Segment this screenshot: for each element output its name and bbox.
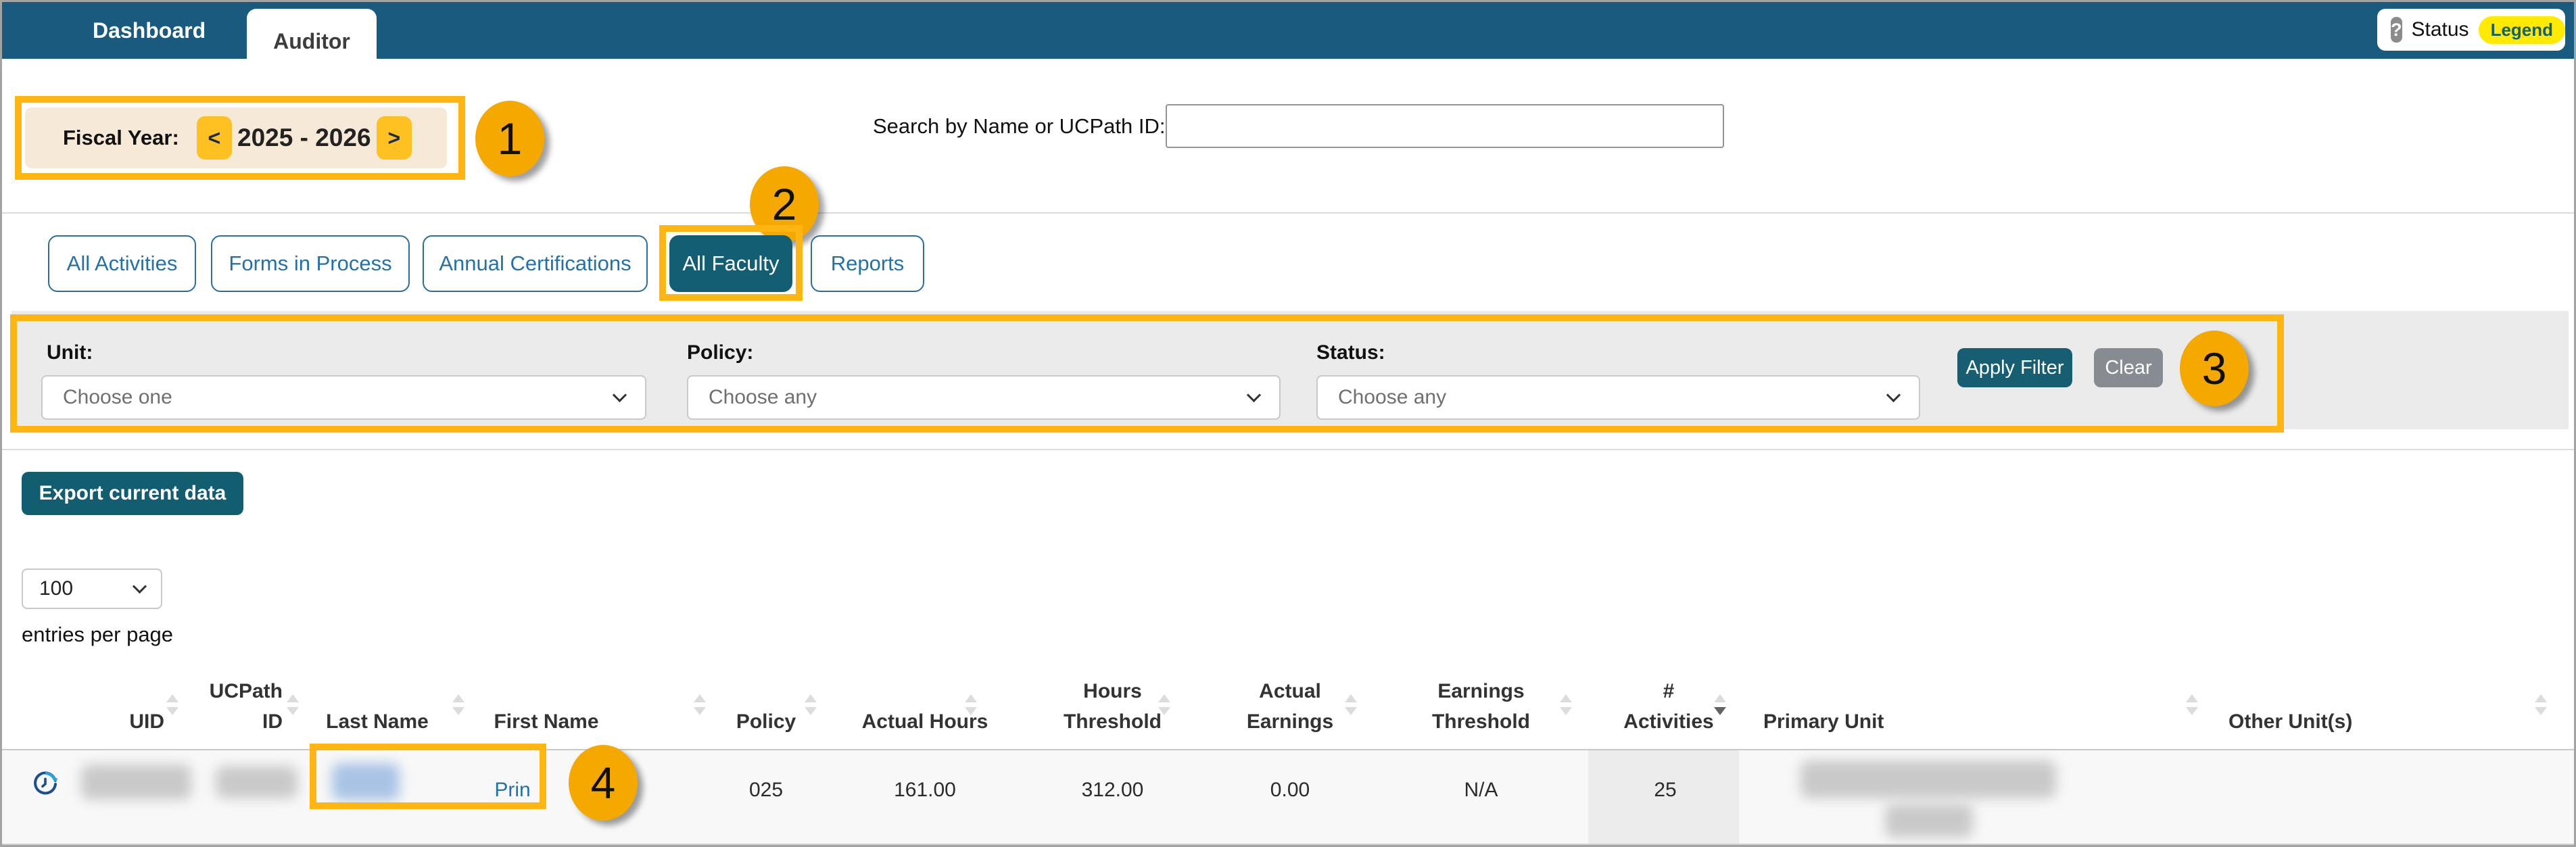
- tab-forms-in-process[interactable]: Forms in Process: [211, 235, 410, 292]
- actual-earnings-value: 0.00: [1270, 779, 1310, 801]
- col-header-ucpath-id[interactable]: UCPath ID: [185, 661, 283, 737]
- earnings-threshold-value: N/A: [1464, 779, 1498, 801]
- last-name-link-redacted[interactable]: [332, 763, 400, 800]
- callout-2: 2: [750, 166, 819, 242]
- col-header-num-activities[interactable]: # Activities: [1618, 661, 1719, 737]
- nav-tab-dashboard[interactable]: Dashboard: [93, 2, 206, 59]
- tab-all-activities[interactable]: All Activities: [48, 235, 196, 292]
- col-header-last-name[interactable]: Last Name: [310, 661, 445, 737]
- page-size-value: 100: [39, 577, 74, 600]
- row-bottom-border: [2, 844, 2574, 845]
- sort-icon[interactable]: [2535, 694, 2547, 715]
- col-header-primary-unit[interactable]: Primary Unit: [1763, 661, 2034, 737]
- policy-filter-select[interactable]: Choose any: [687, 375, 1281, 420]
- callout-4: 4: [569, 745, 638, 821]
- clear-filter-button[interactable]: Clear: [2094, 348, 2163, 387]
- status-label: Status: [2411, 18, 2469, 41]
- chevron-down-icon: [132, 579, 147, 594]
- sort-icon[interactable]: [1345, 694, 1357, 715]
- chevron-down-icon: [612, 387, 627, 402]
- col-header-actual-earnings[interactable]: Actual Earnings: [1219, 661, 1361, 737]
- num-activities-value: 25: [1654, 779, 1677, 801]
- sort-icon[interactable]: [2186, 694, 2198, 715]
- policy-filter-value: Choose any: [709, 386, 817, 408]
- sort-icon-active-descending[interactable]: [1714, 694, 1726, 715]
- unit-filter-select[interactable]: Choose one: [41, 375, 646, 420]
- search-input[interactable]: [1166, 104, 1724, 148]
- unit-filter-value: Choose one: [63, 386, 172, 408]
- sort-icon[interactable]: [166, 694, 178, 715]
- legend-button[interactable]: Legend: [2478, 16, 2566, 44]
- status-legend-group: ? Status Legend: [2377, 9, 2566, 51]
- chevron-down-icon: [1886, 387, 1901, 402]
- fiscal-year-selector: Fiscal Year: < 2025 - 2026 >: [25, 107, 447, 168]
- chevron-down-icon: [1246, 387, 1262, 402]
- policy-value: 025: [748, 779, 784, 801]
- sort-icon[interactable]: [1560, 694, 1572, 715]
- hours-threshold-value: 312.00: [1081, 779, 1144, 801]
- search-label: Search by Name or UCPath ID:: [873, 114, 1166, 138]
- callout-3: 3: [2180, 331, 2249, 406]
- help-question-icon[interactable]: ?: [2391, 17, 2402, 43]
- sort-icon[interactable]: [965, 694, 977, 715]
- top-navigation-bar: [2, 2, 2574, 59]
- unit-filter-label: Unit:: [47, 341, 93, 364]
- primary-unit-value-redacted-line2: [1885, 804, 1973, 838]
- fiscal-year-prev-button[interactable]: <: [196, 116, 232, 160]
- tab-all-faculty[interactable]: All Faculty: [669, 235, 792, 292]
- status-filter-value: Choose any: [1338, 386, 1447, 408]
- actual-hours-value: 161.00: [894, 779, 956, 801]
- fiscal-year-value: 2025 - 2026: [237, 124, 371, 151]
- page-size-select[interactable]: 100: [22, 568, 162, 609]
- status-filter-select[interactable]: Choose any: [1316, 375, 1920, 420]
- sort-icon[interactable]: [805, 694, 817, 715]
- col-header-first-name[interactable]: First Name: [475, 661, 617, 737]
- divider-under-header: [2, 212, 2574, 214]
- divider-under-filters: [2, 449, 2574, 450]
- col-header-earnings-threshold[interactable]: Earnings Threshold: [1408, 661, 1554, 737]
- sort-icon[interactable]: [694, 694, 706, 715]
- auditor-page: Dashboard Auditor ? Status Legend Fiscal…: [0, 0, 2576, 847]
- col-header-uid[interactable]: UID: [70, 661, 164, 737]
- callout-1: 1: [475, 101, 544, 176]
- export-current-data-button[interactable]: Export current data: [22, 472, 243, 515]
- nav-tab-auditor[interactable]: Auditor: [247, 9, 377, 74]
- col-header-other-units[interactable]: Other Unit(s): [2228, 661, 2499, 737]
- primary-unit-value-redacted-line1: [1800, 760, 2056, 798]
- status-filter-label: Status:: [1316, 341, 1385, 364]
- policy-filter-label: Policy:: [687, 341, 754, 364]
- sort-icon[interactable]: [452, 694, 464, 715]
- apply-filter-button[interactable]: Apply Filter: [1957, 348, 2072, 387]
- fiscal-year-next-button[interactable]: >: [376, 116, 412, 160]
- history-clock-icon[interactable]: [32, 770, 59, 797]
- sort-icon[interactable]: [287, 694, 299, 715]
- entries-per-page-label: entries per page: [22, 623, 174, 646]
- tab-annual-certifications[interactable]: Annual Certifications: [423, 235, 648, 292]
- first-name-value[interactable]: Prin: [475, 769, 550, 811]
- sort-icon[interactable]: [1158, 694, 1170, 715]
- ucpath-id-value-redacted: [216, 766, 297, 798]
- uid-value-redacted: [81, 765, 191, 800]
- tab-reports[interactable]: Reports: [811, 235, 924, 292]
- fiscal-year-label: Fiscal Year:: [63, 126, 179, 149]
